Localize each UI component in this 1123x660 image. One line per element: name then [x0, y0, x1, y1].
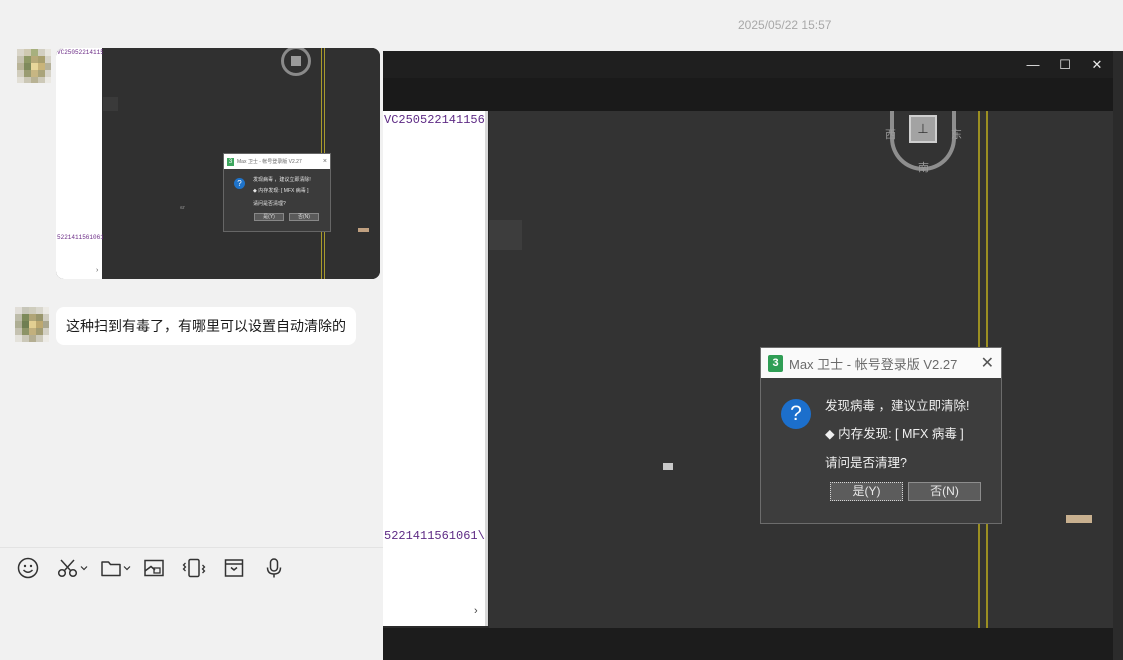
chat-timestamp: 2025/05/22 15:57	[738, 18, 832, 32]
microphone-icon[interactable]	[263, 554, 285, 582]
dialog-message-line: ◆ 内存发现: [ MFX 病毒 ]	[825, 427, 964, 441]
grey-block	[489, 220, 522, 250]
viewer-code-bottom: 5221411561061\	[384, 529, 485, 543]
thumb-mark: ST	[180, 205, 186, 210]
image-message[interactable]: VC250522141156 5221411561061\ › ST 3 Max…	[56, 48, 380, 279]
thumb-dialog-line: 请问是否清理?	[253, 201, 286, 207]
question-icon: ?	[234, 178, 245, 189]
thumb-code-top: VC250522141156	[57, 49, 108, 56]
avatar[interactable]	[17, 49, 51, 83]
chevron-down-icon	[80, 566, 88, 571]
viewer-white-panel: VC250522141156 5221411561061\ ›	[383, 111, 488, 626]
thumb-yes-button: 是(Y)	[254, 213, 284, 221]
close-button[interactable]: ✕	[1081, 51, 1113, 78]
scene-object	[663, 463, 673, 470]
text-message[interactable]: 这种扫到有毒了，有哪里可以设置自动清除的	[56, 307, 356, 345]
scene-object	[1066, 515, 1092, 523]
box-icon[interactable]	[223, 554, 245, 582]
app-icon: 3	[227, 157, 234, 166]
chevron-right-icon: ›	[474, 605, 478, 617]
close-icon: ×	[322, 158, 327, 165]
thumb-chevron-icon: ›	[96, 267, 99, 274]
close-icon: ✕	[980, 355, 994, 372]
question-icon: ?	[781, 399, 811, 429]
gauge-label-south: 南	[918, 162, 929, 174]
thumb-dialog-line: 发现病毒 ，建议立即清除!	[253, 177, 311, 183]
thumb-code-bottom: 5221411561061\	[57, 234, 108, 241]
gauge-label-west: 西	[885, 129, 896, 141]
scissors-icon[interactable]	[57, 554, 88, 582]
viewer-top-strip	[383, 78, 1113, 111]
virus-alert-dialog: 3 Max 卫士 - 帐号登录版 V2.27 ✕ ? 发现病毒 ，建议立即清除!…	[760, 347, 1002, 524]
thumb-dialog-title: Max 卫士 - 帐号登录版 V2.27	[237, 159, 302, 165]
gauge-label-east: 东	[951, 129, 962, 141]
vibrate-icon[interactable]	[182, 554, 206, 582]
image-icon[interactable]	[143, 554, 165, 582]
dialog-message-line: 请问是否清理?	[825, 456, 907, 470]
thumb-dialog: 3 Max 卫士 - 帐号登录版 V2.27 × ? 发现病毒 ，建议立即清除!…	[223, 153, 331, 232]
dialog-title: Max 卫士 - 帐号登录版 V2.27	[789, 356, 958, 372]
viewer-bottom-strip	[383, 628, 1113, 660]
dialog-message-line: 发现病毒 ，建议立即清除!	[825, 399, 970, 413]
no-button: 否(N)	[908, 482, 981, 501]
minimize-button[interactable]: —	[1017, 51, 1049, 78]
emoji-icon[interactable]	[17, 554, 39, 582]
viewer-code-top: VC250522141156	[384, 113, 485, 127]
thumb-dialog-line: ◆ 内存发现: [ MFX 病毒 ]	[253, 188, 309, 194]
thumb-grey-block	[103, 97, 118, 111]
maximize-button[interactable]: ☐	[1049, 51, 1081, 78]
dialog-titlebar: 3 Max 卫士 - 帐号登录版 V2.27 ✕	[761, 348, 1001, 378]
thumb-object	[358, 228, 369, 232]
chevron-down-icon	[123, 566, 131, 571]
folder-icon[interactable]	[100, 554, 131, 582]
yes-button: 是(Y)	[830, 482, 903, 501]
avatar[interactable]	[15, 307, 49, 344]
thumb-no-button: 否(N)	[289, 213, 319, 221]
viewer-titlebar[interactable]: — ☐ ✕	[383, 51, 1113, 78]
image-viewer-window[interactable]: — ☐ ✕ VC250522141156 5221411561061\ › ⊥ …	[383, 51, 1123, 660]
toolbar-divider	[0, 547, 383, 548]
thumb-white-panel	[56, 48, 102, 279]
app-icon: 3	[768, 354, 783, 372]
